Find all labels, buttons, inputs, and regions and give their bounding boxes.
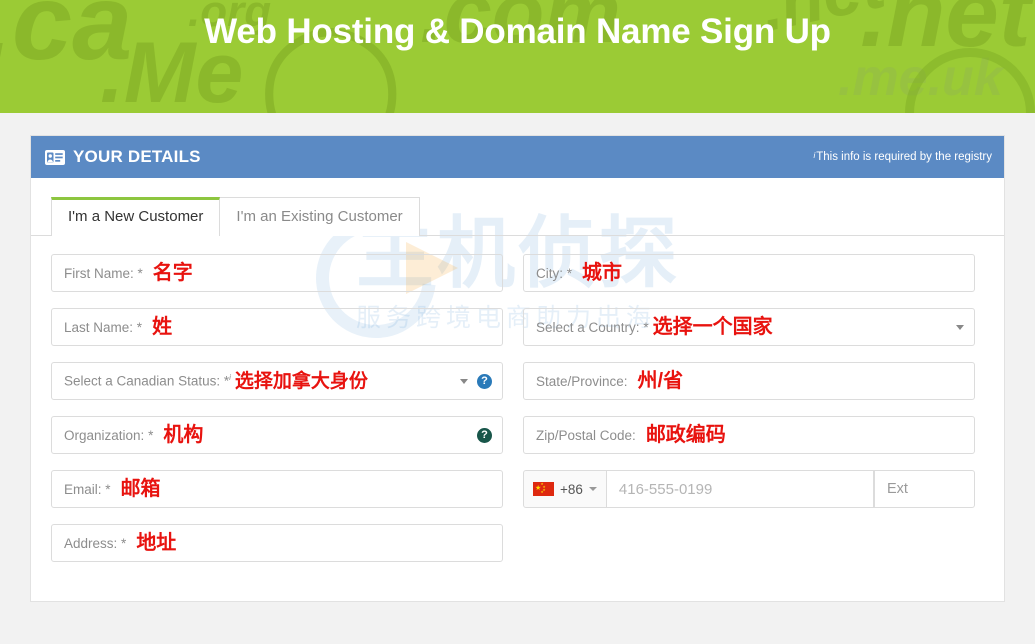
china-flag-icon: ★ ★ ★ ★ ★ bbox=[533, 482, 554, 496]
canadian-status-help-icon[interactable]: ? bbox=[477, 373, 492, 389]
last-name-label: Last Name: * bbox=[64, 319, 143, 335]
card-header-title: YOUR DETAILS bbox=[73, 147, 201, 166]
page-banner: .ca .org ◯ .Me .com .net .net .me.uk Web… bbox=[0, 0, 1035, 113]
last-name-field[interactable]: Last Name: * 姓 bbox=[51, 308, 503, 346]
tab-new-customer[interactable]: I'm a New Customer bbox=[51, 197, 221, 237]
registry-note-superscript: i bbox=[813, 151, 816, 160]
city-label: City: * bbox=[536, 265, 573, 281]
zip-postal-code-annotation: 邮政编码 bbox=[645, 424, 726, 446]
country-code-selector[interactable]: ★ ★ ★ ★ ★ +86 bbox=[523, 470, 607, 508]
page-body: 主机侦探 服务跨境电商助力出海 YOUR DETAILS i This info… bbox=[0, 113, 1035, 602]
tab-new-customer-label: I'm a New Customer bbox=[68, 208, 204, 225]
country-annotation: 选择一个国家 bbox=[652, 316, 773, 338]
organization-field[interactable]: Organization: * 机构 ? bbox=[51, 416, 503, 454]
email-field[interactable]: Email: * 邮箱 bbox=[51, 470, 503, 508]
zip-postal-code-label: Zip/Postal Code: bbox=[536, 427, 636, 443]
first-name-annotation: 名字 bbox=[152, 262, 193, 284]
address-field[interactable]: Address: * 地址 bbox=[51, 524, 503, 562]
chevron-down-icon[interactable] bbox=[460, 378, 468, 384]
tab-existing-customer[interactable]: I'm an Existing Customer bbox=[219, 197, 420, 236]
address-label: Address: * bbox=[64, 535, 127, 551]
chevron-down-icon[interactable] bbox=[588, 487, 597, 491]
email-label: Email: * bbox=[64, 481, 111, 497]
chevron-down-icon[interactable] bbox=[956, 324, 964, 330]
city-field[interactable]: City: * 城市 bbox=[523, 254, 975, 292]
form-left-column: First Name: * 名字 Last Name: * 姓 Select a… bbox=[51, 254, 503, 578]
phone-number-input[interactable]: 416-555-0199 bbox=[606, 470, 874, 508]
state-province-field[interactable]: State/Province: 州/省 bbox=[523, 362, 975, 400]
first-name-field[interactable]: First Name: * 名字 bbox=[51, 254, 503, 292]
customer-type-tabs: I'm a New Customer I'm an Existing Custo… bbox=[31, 178, 1004, 237]
email-annotation: 邮箱 bbox=[120, 478, 161, 500]
registry-note: i This info is required by the registry bbox=[813, 151, 992, 163]
country-select[interactable]: Select a Country: * 选择一个国家 bbox=[523, 308, 975, 346]
card-header-left: YOUR DETAILS bbox=[45, 147, 201, 167]
registry-note-text: This info is required by the registry bbox=[816, 151, 992, 163]
country-code-label: +86 bbox=[560, 481, 583, 497]
phone-ext-input[interactable]: Ext bbox=[874, 470, 975, 508]
form-right-column: City: * 城市 Select a Country: * 选择一个国家 St… bbox=[523, 254, 975, 578]
address-annotation: 地址 bbox=[136, 532, 177, 554]
card-header: YOUR DETAILS i This info is required by … bbox=[31, 136, 1004, 178]
page-title: Web Hosting & Domain Name Sign Up bbox=[204, 12, 831, 51]
canadian-status-label: Select a Canadian Status: *i bbox=[64, 373, 231, 389]
canadian-status-annotation: 选择加拿大身份 bbox=[234, 370, 368, 392]
state-province-label: State/Province: bbox=[536, 373, 628, 389]
last-name-annotation: 姓 bbox=[152, 316, 173, 338]
phone-row: ★ ★ ★ ★ ★ +86 416-555-0199 Ext bbox=[523, 470, 975, 508]
organization-label: Organization: * bbox=[64, 427, 154, 443]
first-name-label: First Name: * bbox=[64, 265, 143, 281]
canadian-status-select[interactable]: Select a Canadian Status: *i 选择加拿大身份 ? bbox=[51, 362, 503, 400]
tab-existing-customer-label: I'm an Existing Customer bbox=[236, 208, 403, 225]
your-details-card: 主机侦探 服务跨境电商助力出海 YOUR DETAILS i This info… bbox=[30, 135, 1005, 602]
organization-help-icon[interactable]: ? bbox=[477, 427, 492, 443]
state-province-annotation: 州/省 bbox=[637, 370, 684, 392]
country-label: Select a Country: * bbox=[536, 319, 649, 335]
zip-postal-code-field[interactable]: Zip/Postal Code: 邮政编码 bbox=[523, 416, 975, 454]
city-annotation: 城市 bbox=[582, 262, 623, 284]
organization-annotation: 机构 bbox=[163, 424, 204, 446]
id-card-icon bbox=[45, 149, 65, 165]
details-form: First Name: * 名字 Last Name: * 姓 Select a… bbox=[31, 236, 1004, 578]
